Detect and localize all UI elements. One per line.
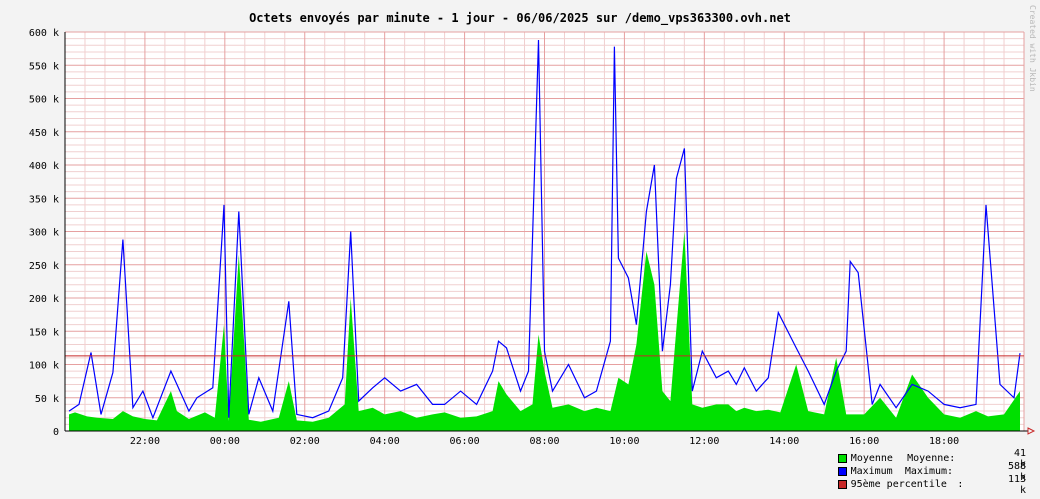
legend-item-percentile: 95ème percentile : 113 k <box>838 474 1038 496</box>
x-tick-label: 14:00 <box>769 436 799 447</box>
x-tick-label: 18:00 <box>929 436 959 447</box>
y-tick-label: 500 k <box>29 95 59 106</box>
y-tick-label: 400 k <box>29 161 59 172</box>
x-tick-label: 08:00 <box>529 436 559 447</box>
y-tick-label: 0 <box>53 427 59 438</box>
legend-label: Moyenne: <box>907 453 956 464</box>
chart-title: Octets envoyés par minute - 1 jour - 06/… <box>249 11 791 26</box>
x-axis-arrow <box>1027 427 1036 435</box>
legend-value: 113 k <box>1007 473 1027 496</box>
y-tick-label: 100 k <box>29 361 59 372</box>
x-tick-label: 22:00 <box>130 436 160 447</box>
chart-frame: Octets envoyés par minute - 1 jour - 06/… <box>0 0 1040 499</box>
legend-swatch-maximum <box>838 467 847 476</box>
y-tick-label: 50 k <box>35 394 59 405</box>
legend-name: 95ème percentile <box>850 479 947 490</box>
bandwidth-chart: Octets envoyés par minute - 1 jour - 06/… <box>29 5 1037 447</box>
legend-label: Maximum: <box>904 466 954 477</box>
x-tick-label: 06:00 <box>450 436 480 447</box>
y-tick-label: 250 k <box>29 261 59 272</box>
x-axis-labels: 22:00 00:00 02:00 04:00 06:00 08:00 10:00 12:00… <box>130 436 959 447</box>
y-tick-label: 600 k <box>29 28 59 39</box>
y-tick-label: 350 k <box>29 194 59 205</box>
legend: Moyenne Moyenne: 41 k Maximum Maximum: 5… <box>838 448 1038 496</box>
legend-swatch-percentile <box>838 480 847 489</box>
y-axis-labels: 0 50 k 100 k 150 k 200 k 250 k 300 k 350 k 400 k… <box>29 28 59 438</box>
x-tick-label: 02:00 <box>290 436 320 447</box>
x-tick-label: 00:00 <box>210 436 240 447</box>
y-tick-label: 550 k <box>29 61 59 72</box>
x-tick-label: 10:00 <box>609 436 639 447</box>
legend-swatch-moyenne <box>838 454 847 463</box>
watermark: Created with Jkbin <box>1028 5 1037 92</box>
legend-name: Maximum <box>850 466 893 477</box>
legend-name: Moyenne <box>850 453 893 464</box>
x-tick-label: 16:00 <box>849 436 879 447</box>
y-tick-label: 200 k <box>29 294 59 305</box>
y-tick-label: 300 k <box>29 228 59 239</box>
y-tick-label: 150 k <box>29 327 59 338</box>
x-tick-label: 12:00 <box>689 436 719 447</box>
y-tick-label: 450 k <box>29 128 59 139</box>
x-tick-label: 04:00 <box>370 436 400 447</box>
legend-label: : <box>957 479 964 490</box>
